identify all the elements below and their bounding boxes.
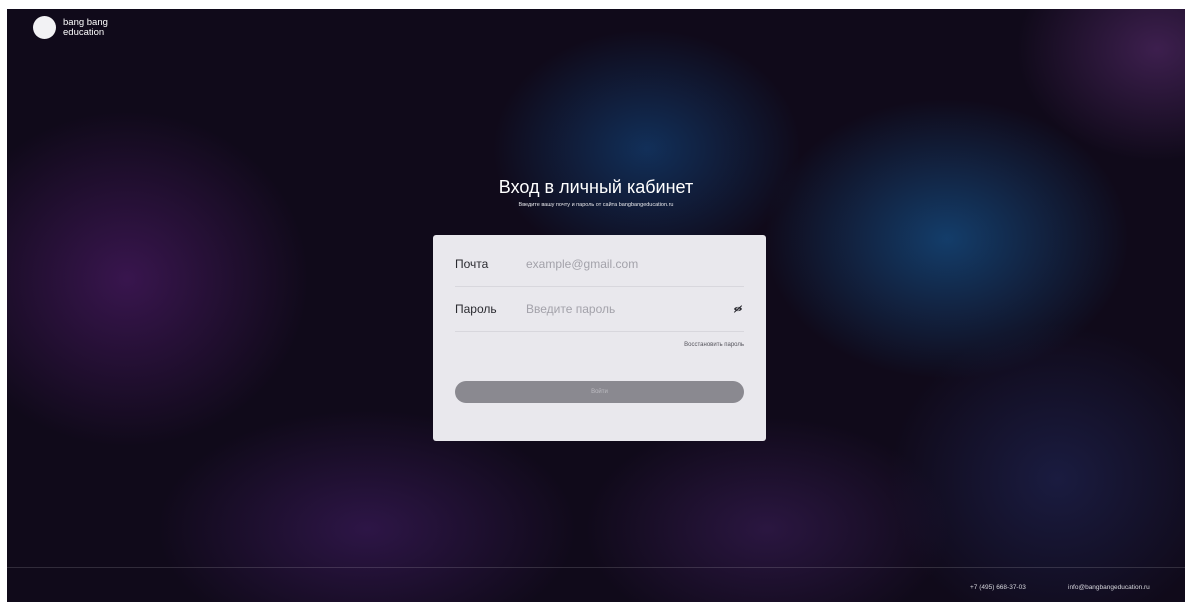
password-input[interactable]: [526, 302, 732, 316]
email-input[interactable]: [526, 257, 744, 271]
brand-logo[interactable]: bang bang education: [33, 16, 108, 39]
footer-phone-link[interactable]: +7 (495) 668-37-03: [970, 584, 1026, 591]
page-title: Вход в личный кабинет: [498, 177, 694, 197]
password-label: Пароль: [455, 302, 497, 316]
footer-email-link[interactable]: info@bangbangeducation.ru: [1068, 584, 1150, 591]
logo-line-2: education: [63, 26, 105, 38]
email-row: Почта: [455, 242, 744, 287]
footer-divider: [7, 567, 1185, 568]
page-background: bang bang education Вход в личный кабине…: [7, 9, 1185, 602]
password-row: Пароль: [455, 287, 744, 332]
login-button[interactable]: Войти: [455, 381, 744, 403]
eye-icon[interactable]: [732, 303, 744, 315]
email-label: Почта: [455, 257, 489, 271]
logo-text: bang bang education: [63, 16, 108, 38]
page-subtitle: Введите вашу почту и пароль от сайта ban…: [518, 202, 674, 208]
logo-circle-icon: [33, 16, 56, 39]
logo-line-1: bang bang: [63, 16, 108, 28]
restore-password-link[interactable]: Восстановить пароль: [684, 342, 744, 348]
login-form: Почта Пароль Восстановить пароль Войти: [433, 235, 766, 441]
